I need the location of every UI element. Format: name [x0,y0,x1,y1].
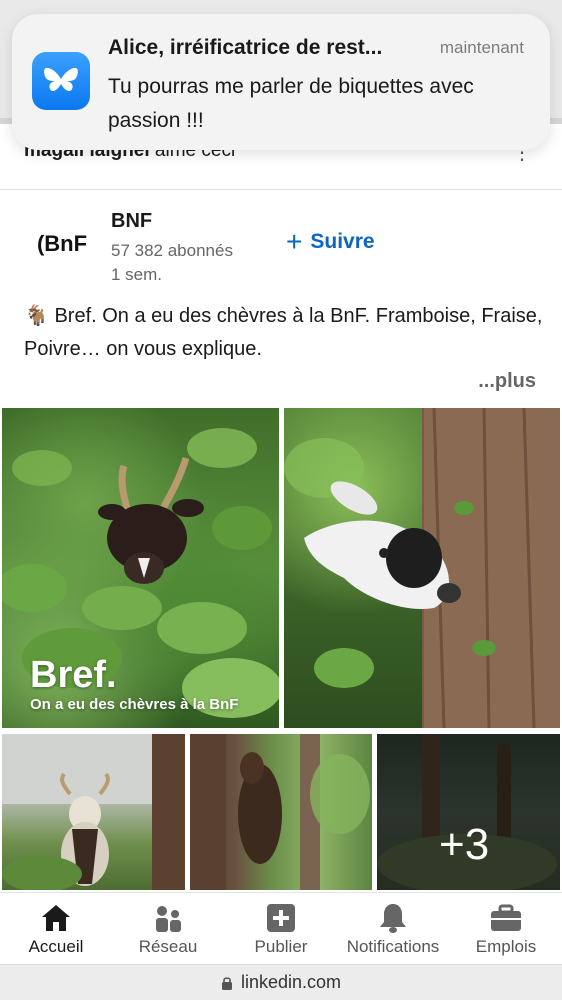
nav-notifications[interactable]: Notifications [337,893,449,965]
bottom-navigation: Accueil Réseau Publier Notifications Emp… [0,892,562,964]
author-avatar[interactable]: (BnF [24,222,100,266]
plus-icon: + [286,226,303,257]
bluesky-app-icon [32,52,90,110]
browser-url-bar[interactable]: linkedin.com [0,964,562,1000]
more-images-count: +3 [439,820,490,869]
post-image-5[interactable]: +3 [377,734,560,890]
see-more-link[interactable]: ...plus [478,370,536,393]
notification-body: Tu pourras me parler de biquettes avec p… [108,75,474,132]
home-icon [39,901,73,935]
push-notification[interactable]: Alice, irréificatrice de rest... mainten… [12,14,550,150]
nav-home[interactable]: Accueil [0,893,112,965]
butterfly-icon [44,67,78,92]
author-logo-text: (BnF [36,231,88,256]
notification-title: Alice, irréificatrice de rest... [108,36,383,59]
nav-network[interactable]: Réseau [112,893,224,965]
author-followers: 57 382 abonnés [111,241,233,260]
bell-icon [376,901,410,935]
goat-horned-icon [2,734,185,890]
nav-label-home: Accueil [28,937,84,956]
post-image-2[interactable] [284,408,560,728]
image-overlay-subtitle: On a eu des chèvres à la BnF [30,696,239,713]
follow-label: Suivre [310,230,375,253]
nav-label-notifications: Notifications [346,937,440,956]
url-text: linkedin.com [240,972,342,992]
feed-divider [0,189,562,190]
post-image-4[interactable] [190,734,372,890]
notification-time: maintenant [439,38,524,57]
goat-climbing-icon [190,734,370,890]
nav-label-jobs: Emplois [475,937,537,956]
follow-button[interactable]: + Suivre [286,228,375,256]
post-text: 🐐 Bref. On a eu des chèvres à la BnF. Fr… [24,305,543,360]
post-image-1[interactable]: Bref. On a eu des chèvres à la BnF [2,408,279,728]
briefcase-icon [489,901,523,935]
nav-post[interactable]: Publier [225,893,337,965]
nav-jobs[interactable]: Emplois [450,893,562,965]
lock-icon [221,976,232,990]
post-time: 1 sem. [111,265,163,284]
nav-label-network: Réseau [138,937,198,956]
nav-label-post: Publier [254,937,308,956]
network-icon [151,901,185,935]
post-plus-icon [264,901,298,935]
author-name[interactable]: BNF [111,210,152,233]
image-overlay-title: Bref. [30,654,117,696]
post-image-3[interactable] [2,734,185,890]
goat-white-icon [284,408,560,728]
